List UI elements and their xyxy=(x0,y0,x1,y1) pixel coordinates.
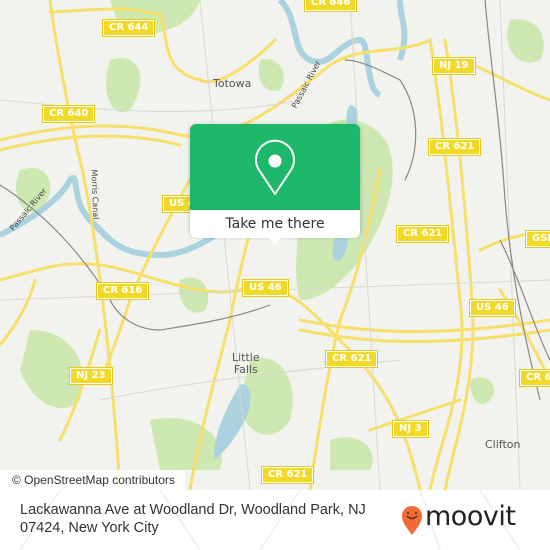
map-pin-icon xyxy=(255,139,295,195)
road-shield-nj19: NJ 19 xyxy=(433,58,475,74)
take-me-there-button[interactable]: Take me there xyxy=(190,210,360,238)
river-label-canal: Morris Canal xyxy=(89,169,101,220)
road-shield-cr616: CR 616 xyxy=(97,283,149,299)
road-shield-gsp: GSP xyxy=(526,231,550,247)
road-shield-cr621: CR 621 xyxy=(262,467,314,483)
road-shield-us46: US 46 xyxy=(470,300,515,316)
moovit-wordmark: moovit xyxy=(425,501,516,532)
road-shield-cr646: CR 646 xyxy=(305,0,357,11)
popup-pointer xyxy=(268,237,282,245)
moovit-pin-icon xyxy=(402,506,422,535)
road-shield-nj3: NJ 3 xyxy=(393,421,428,437)
place-label-little-falls: Little Falls xyxy=(232,351,260,376)
road-shield-cr621: CR 621 xyxy=(326,351,378,367)
stop-address: Lackawanna Ave at Woodland Dr, Woodland … xyxy=(20,502,366,536)
location-popup: Take me there xyxy=(190,124,360,245)
road-shield-cr640: CR 640 xyxy=(43,106,95,122)
popup-header xyxy=(190,124,360,210)
place-label-totowa: Totowa xyxy=(213,77,252,90)
road-shield-cr621: CR 621 xyxy=(397,226,449,242)
road-shield-cr621: CR 621 xyxy=(429,139,481,155)
road-shield-us46: US 46 xyxy=(243,280,288,296)
moovit-logo[interactable]: moovit xyxy=(400,501,540,541)
road-shield-nj23: NJ 23 xyxy=(70,368,112,384)
map[interactable]: CR 644 CR 646 CR 640 NJ 19 CR 621 US 4 C… xyxy=(0,0,550,490)
road-shield-cr644: CR 644 xyxy=(103,20,155,36)
place-label-clifton: Clifton xyxy=(485,438,521,451)
map-attribution[interactable]: © OpenStreetMap contributors xyxy=(0,470,185,490)
road-shield-cr62: CR 62 xyxy=(520,370,550,386)
